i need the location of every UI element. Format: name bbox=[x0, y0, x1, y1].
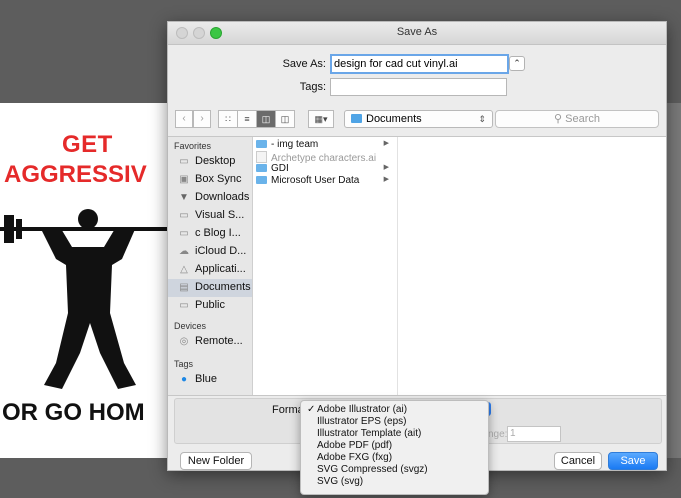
checkmark-icon: ✓ bbox=[307, 404, 316, 415]
location-popup[interactable]: Documents ⇕ bbox=[344, 110, 493, 128]
sidebar-header-devices: Devices bbox=[174, 321, 207, 331]
menu-item-pdf[interactable]: Adobe PDF (pdf) bbox=[301, 440, 488, 452]
sidebar-item-icloud[interactable]: ☁ iCloud D... bbox=[168, 243, 252, 261]
chevron-right-icon: ▶ bbox=[383, 164, 389, 171]
chevron-right-icon: ▶ bbox=[383, 140, 389, 147]
list-item[interactable]: Archetype characters.ai bbox=[256, 151, 397, 164]
sidebar: Favorites ▭ Desktop ▣ Box Sync ▼ Downloads … bbox=[168, 137, 253, 395]
save-as-input[interactable]: design for cad cut vinyl.ai bbox=[330, 54, 509, 74]
format-menu: ✓ Adobe Illustrator (ai) Illustrator EPS … bbox=[300, 400, 489, 495]
sidebar-item-downloads[interactable]: ▼ Downloads bbox=[168, 189, 252, 207]
tags-label: Tags: bbox=[299, 81, 326, 93]
tags-input[interactable] bbox=[330, 78, 507, 96]
save-button[interactable]: Save bbox=[608, 452, 658, 470]
dialog-title: Save As bbox=[396, 26, 438, 38]
icon-view-icon[interactable]: ∷ bbox=[218, 110, 238, 128]
document-icon bbox=[256, 151, 267, 163]
range-input[interactable]: 1 bbox=[507, 426, 561, 442]
folder-icon bbox=[256, 140, 267, 148]
poster-line-1: GET bbox=[62, 131, 113, 158]
disc-icon: ◎ bbox=[179, 336, 189, 347]
tag-dot-icon: ● bbox=[180, 374, 188, 385]
desktop-icon: ▭ bbox=[179, 156, 189, 167]
sidebar-header-tags: Tags bbox=[174, 359, 194, 369]
menu-item-svgz[interactable]: SVG Compressed (svgz) bbox=[301, 464, 488, 476]
back-icon[interactable]: ‹ bbox=[175, 110, 193, 128]
menu-item-ai[interactable]: ✓ Adobe Illustrator (ai) bbox=[301, 404, 488, 416]
poster-line-2: AGGRESSIV bbox=[4, 161, 147, 188]
range-label: nge: bbox=[488, 429, 508, 440]
cancel-button[interactable]: Cancel bbox=[554, 452, 602, 470]
search-input[interactable]: ⚲ Search bbox=[495, 110, 659, 128]
folder-icon bbox=[351, 114, 362, 123]
folder-icon: ▭ bbox=[179, 300, 189, 311]
folder-icon bbox=[256, 176, 267, 184]
sidebar-item-box-sync[interactable]: ▣ Box Sync bbox=[168, 171, 252, 189]
sidebar-item-tag-blue[interactable]: ● Blue bbox=[168, 371, 252, 389]
file-browser: Favorites ▭ Desktop ▣ Box Sync ▼ Downloads … bbox=[168, 136, 666, 396]
sidebar-item-c-blog[interactable]: ▭ c Blog I... bbox=[168, 225, 252, 243]
sidebar-header-favorites: Favorites bbox=[174, 141, 212, 151]
menu-item-svg[interactable]: SVG (svg) bbox=[301, 476, 488, 488]
list-item[interactable]: - img team ▶ bbox=[256, 139, 397, 151]
weightlifter-silhouette bbox=[0, 209, 178, 389]
cover-flow-icon[interactable]: ◫ bbox=[275, 110, 295, 128]
downloads-icon: ▼ bbox=[179, 192, 189, 203]
menu-item-fxg[interactable]: Adobe FXG (fxg) bbox=[301, 452, 488, 464]
file-column: - img team ▶ Archetype characters.ai GDI ▶… bbox=[252, 137, 398, 395]
folder-icon: ▭ bbox=[179, 210, 189, 221]
location-label: Documents bbox=[366, 113, 422, 125]
applications-icon: △ bbox=[180, 264, 188, 275]
search-icon: ⚲ bbox=[554, 113, 563, 125]
sidebar-item-remote[interactable]: ◎ Remote... bbox=[168, 333, 252, 351]
sidebar-item-applications[interactable]: △ Applicati... bbox=[168, 261, 252, 279]
column-view-icon[interactable]: ◫ bbox=[256, 110, 276, 128]
menu-item-ait[interactable]: Illustrator Template (ait) bbox=[301, 428, 488, 440]
title-bar[interactable]: Save As bbox=[168, 22, 666, 45]
documents-icon: ▤ bbox=[179, 282, 189, 293]
poster-artwork: GET AGGRESSIV OR GO HOM bbox=[0, 103, 178, 458]
list-view-icon[interactable]: ≡ bbox=[237, 110, 257, 128]
arrange-menu-icon[interactable]: ▦▾ bbox=[308, 110, 334, 128]
chevron-updown-icon: ⇕ bbox=[478, 114, 486, 124]
poster-line-3: OR GO HOM bbox=[2, 399, 145, 426]
sidebar-item-desktop[interactable]: ▭ Desktop bbox=[168, 153, 252, 171]
folder-icon: ▭ bbox=[179, 228, 189, 239]
list-item[interactable]: Microsoft User Data ▶ bbox=[256, 175, 397, 187]
sidebar-item-public[interactable]: ▭ Public bbox=[168, 297, 252, 315]
search-placeholder: Search bbox=[565, 113, 600, 125]
cloud-icon: ☁ bbox=[179, 246, 189, 257]
menu-item-eps[interactable]: Illustrator EPS (eps) bbox=[301, 416, 488, 428]
expand-dialog-button[interactable]: ⌃ bbox=[509, 56, 525, 71]
sidebar-item-documents[interactable]: ▤ Documents bbox=[168, 279, 252, 297]
forward-icon[interactable]: › bbox=[193, 110, 211, 128]
box-icon: ▣ bbox=[179, 174, 189, 185]
new-folder-button[interactable]: New Folder bbox=[180, 452, 252, 470]
sidebar-item-visual-s[interactable]: ▭ Visual S... bbox=[168, 207, 252, 225]
save-as-label: Save As: bbox=[282, 58, 326, 70]
chevron-right-icon: ▶ bbox=[383, 176, 389, 183]
list-item[interactable]: GDI ▶ bbox=[256, 163, 397, 175]
folder-icon bbox=[256, 164, 267, 172]
